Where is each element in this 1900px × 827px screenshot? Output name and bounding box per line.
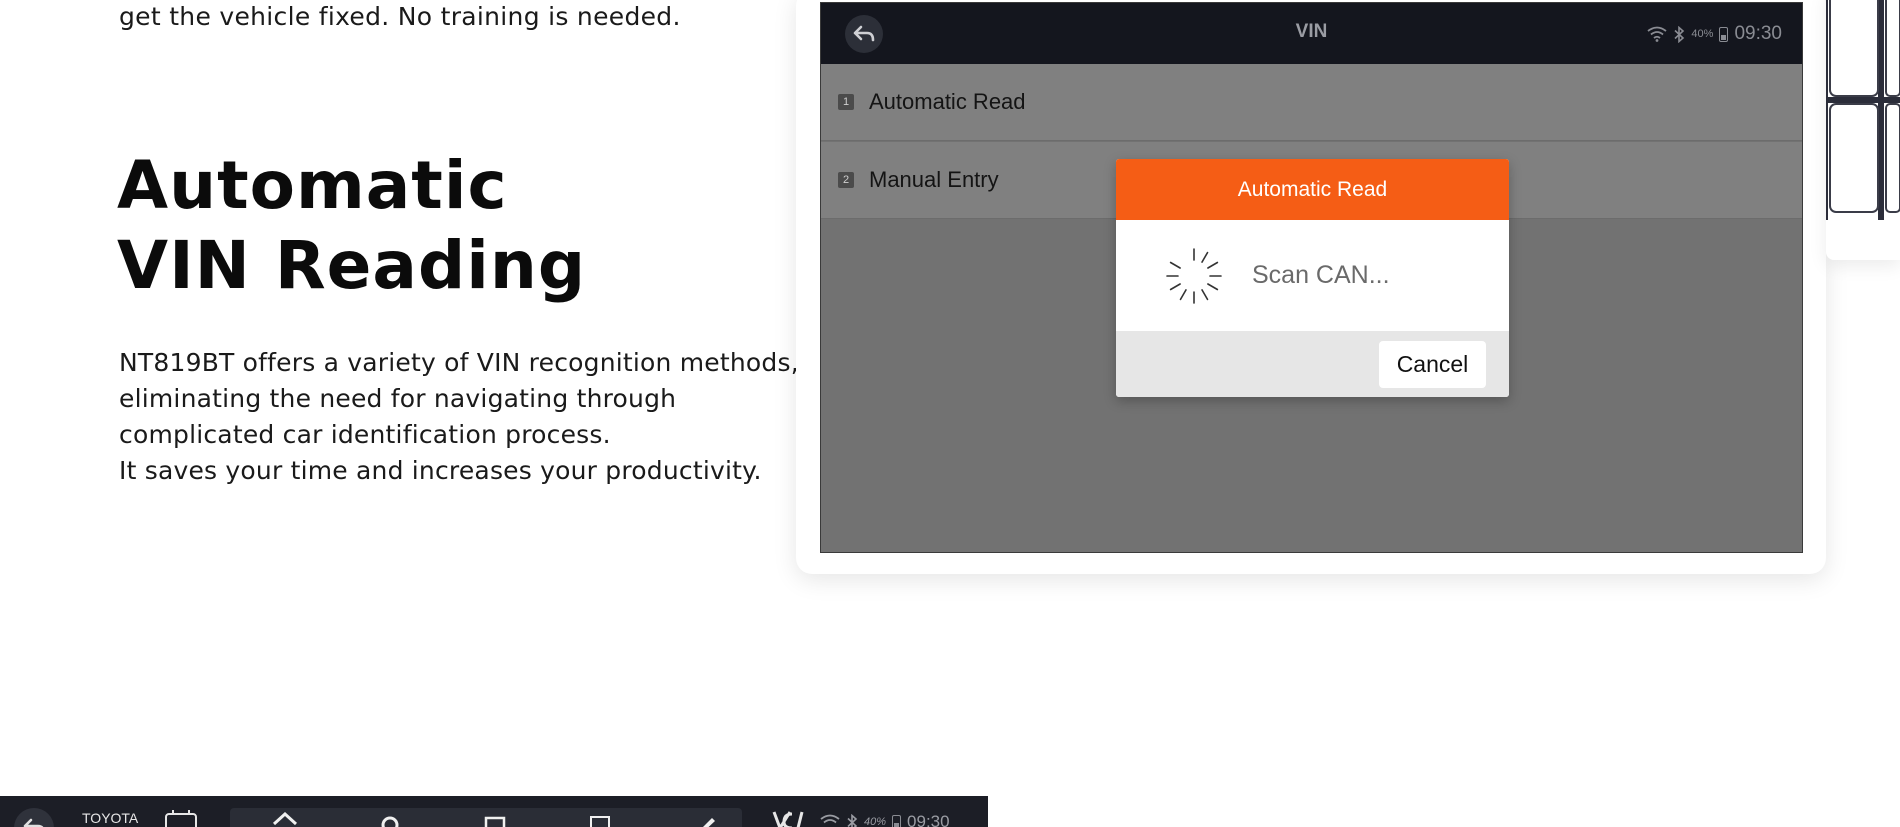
home-icon[interactable]	[272, 812, 298, 827]
wifi-icon	[1647, 26, 1667, 42]
description-line-2: eliminating the need for navigating thro…	[119, 384, 677, 413]
keyboard-keys-graphic	[1826, 0, 1900, 220]
description-line-3: complicated car identification process.	[119, 420, 611, 449]
device-status-bar: VIN 40% 09:30	[821, 3, 1802, 64]
status-time: 09:30	[907, 812, 950, 827]
status-time: 09:30	[1734, 23, 1782, 44]
battery-icon	[892, 814, 902, 827]
menu-item-automatic-read[interactable]: 1 Automatic Read	[821, 64, 1802, 141]
system-status: 40% 09:30	[1647, 23, 1782, 45]
vci-logo-icon	[772, 811, 804, 827]
back-arrow-icon	[23, 818, 44, 827]
description-line-1: NT819BT offers a variety of VIN recognit…	[119, 348, 799, 377]
edit-icon[interactable]	[692, 812, 718, 827]
bluetooth-icon	[847, 813, 858, 827]
intro-tail-text: get the vehicle fixed. No training is ne…	[119, 2, 681, 31]
automatic-read-dialog: Automatic Read Scan CAN... Cancel	[1116, 159, 1509, 397]
battery-percent: 40%	[864, 816, 887, 827]
menu-item-label: Manual Entry	[869, 167, 999, 192]
menu-item-number: 2	[838, 172, 854, 188]
bottom-back-button[interactable]	[14, 808, 54, 827]
bottom-tab-strip	[230, 808, 742, 827]
menu-item-number: 1	[838, 94, 854, 110]
wifi-icon	[820, 814, 840, 824]
menu-item-label: Automatic Read	[869, 89, 1026, 114]
description-line-4: It saves your time and increases your pr…	[119, 456, 762, 485]
page-headline: Automatic VIN Reading	[117, 146, 586, 306]
bluetooth-icon	[1674, 25, 1685, 43]
gear-icon[interactable]	[377, 812, 403, 827]
battery-percent: 40%	[1691, 28, 1714, 40]
vehicle-brand-label: TOYOTA	[82, 810, 139, 826]
bottom-system-status: 40% 09:30	[820, 812, 950, 827]
loading-spinner-icon	[1166, 247, 1222, 304]
headline-line-1: Automatic	[117, 147, 508, 224]
dialog-footer: Cancel	[1116, 331, 1509, 397]
description: NT819BT offers a variety of VIN recognit…	[119, 345, 799, 489]
headline-line-2: VIN Reading	[117, 227, 587, 304]
print-icon[interactable]	[482, 812, 508, 827]
vci-connector-icon	[165, 810, 197, 827]
bottom-device-toolbar: TOYOTA 40% 09:30	[0, 796, 988, 827]
battery-icon	[1719, 26, 1729, 42]
scan-status-text: Scan CAN...	[1252, 261, 1390, 289]
cancel-button[interactable]: Cancel	[1379, 341, 1486, 388]
dialog-title: Automatic Read	[1116, 159, 1509, 220]
screenshot-icon[interactable]	[587, 812, 613, 827]
dialog-body: Scan CAN...	[1116, 220, 1509, 331]
